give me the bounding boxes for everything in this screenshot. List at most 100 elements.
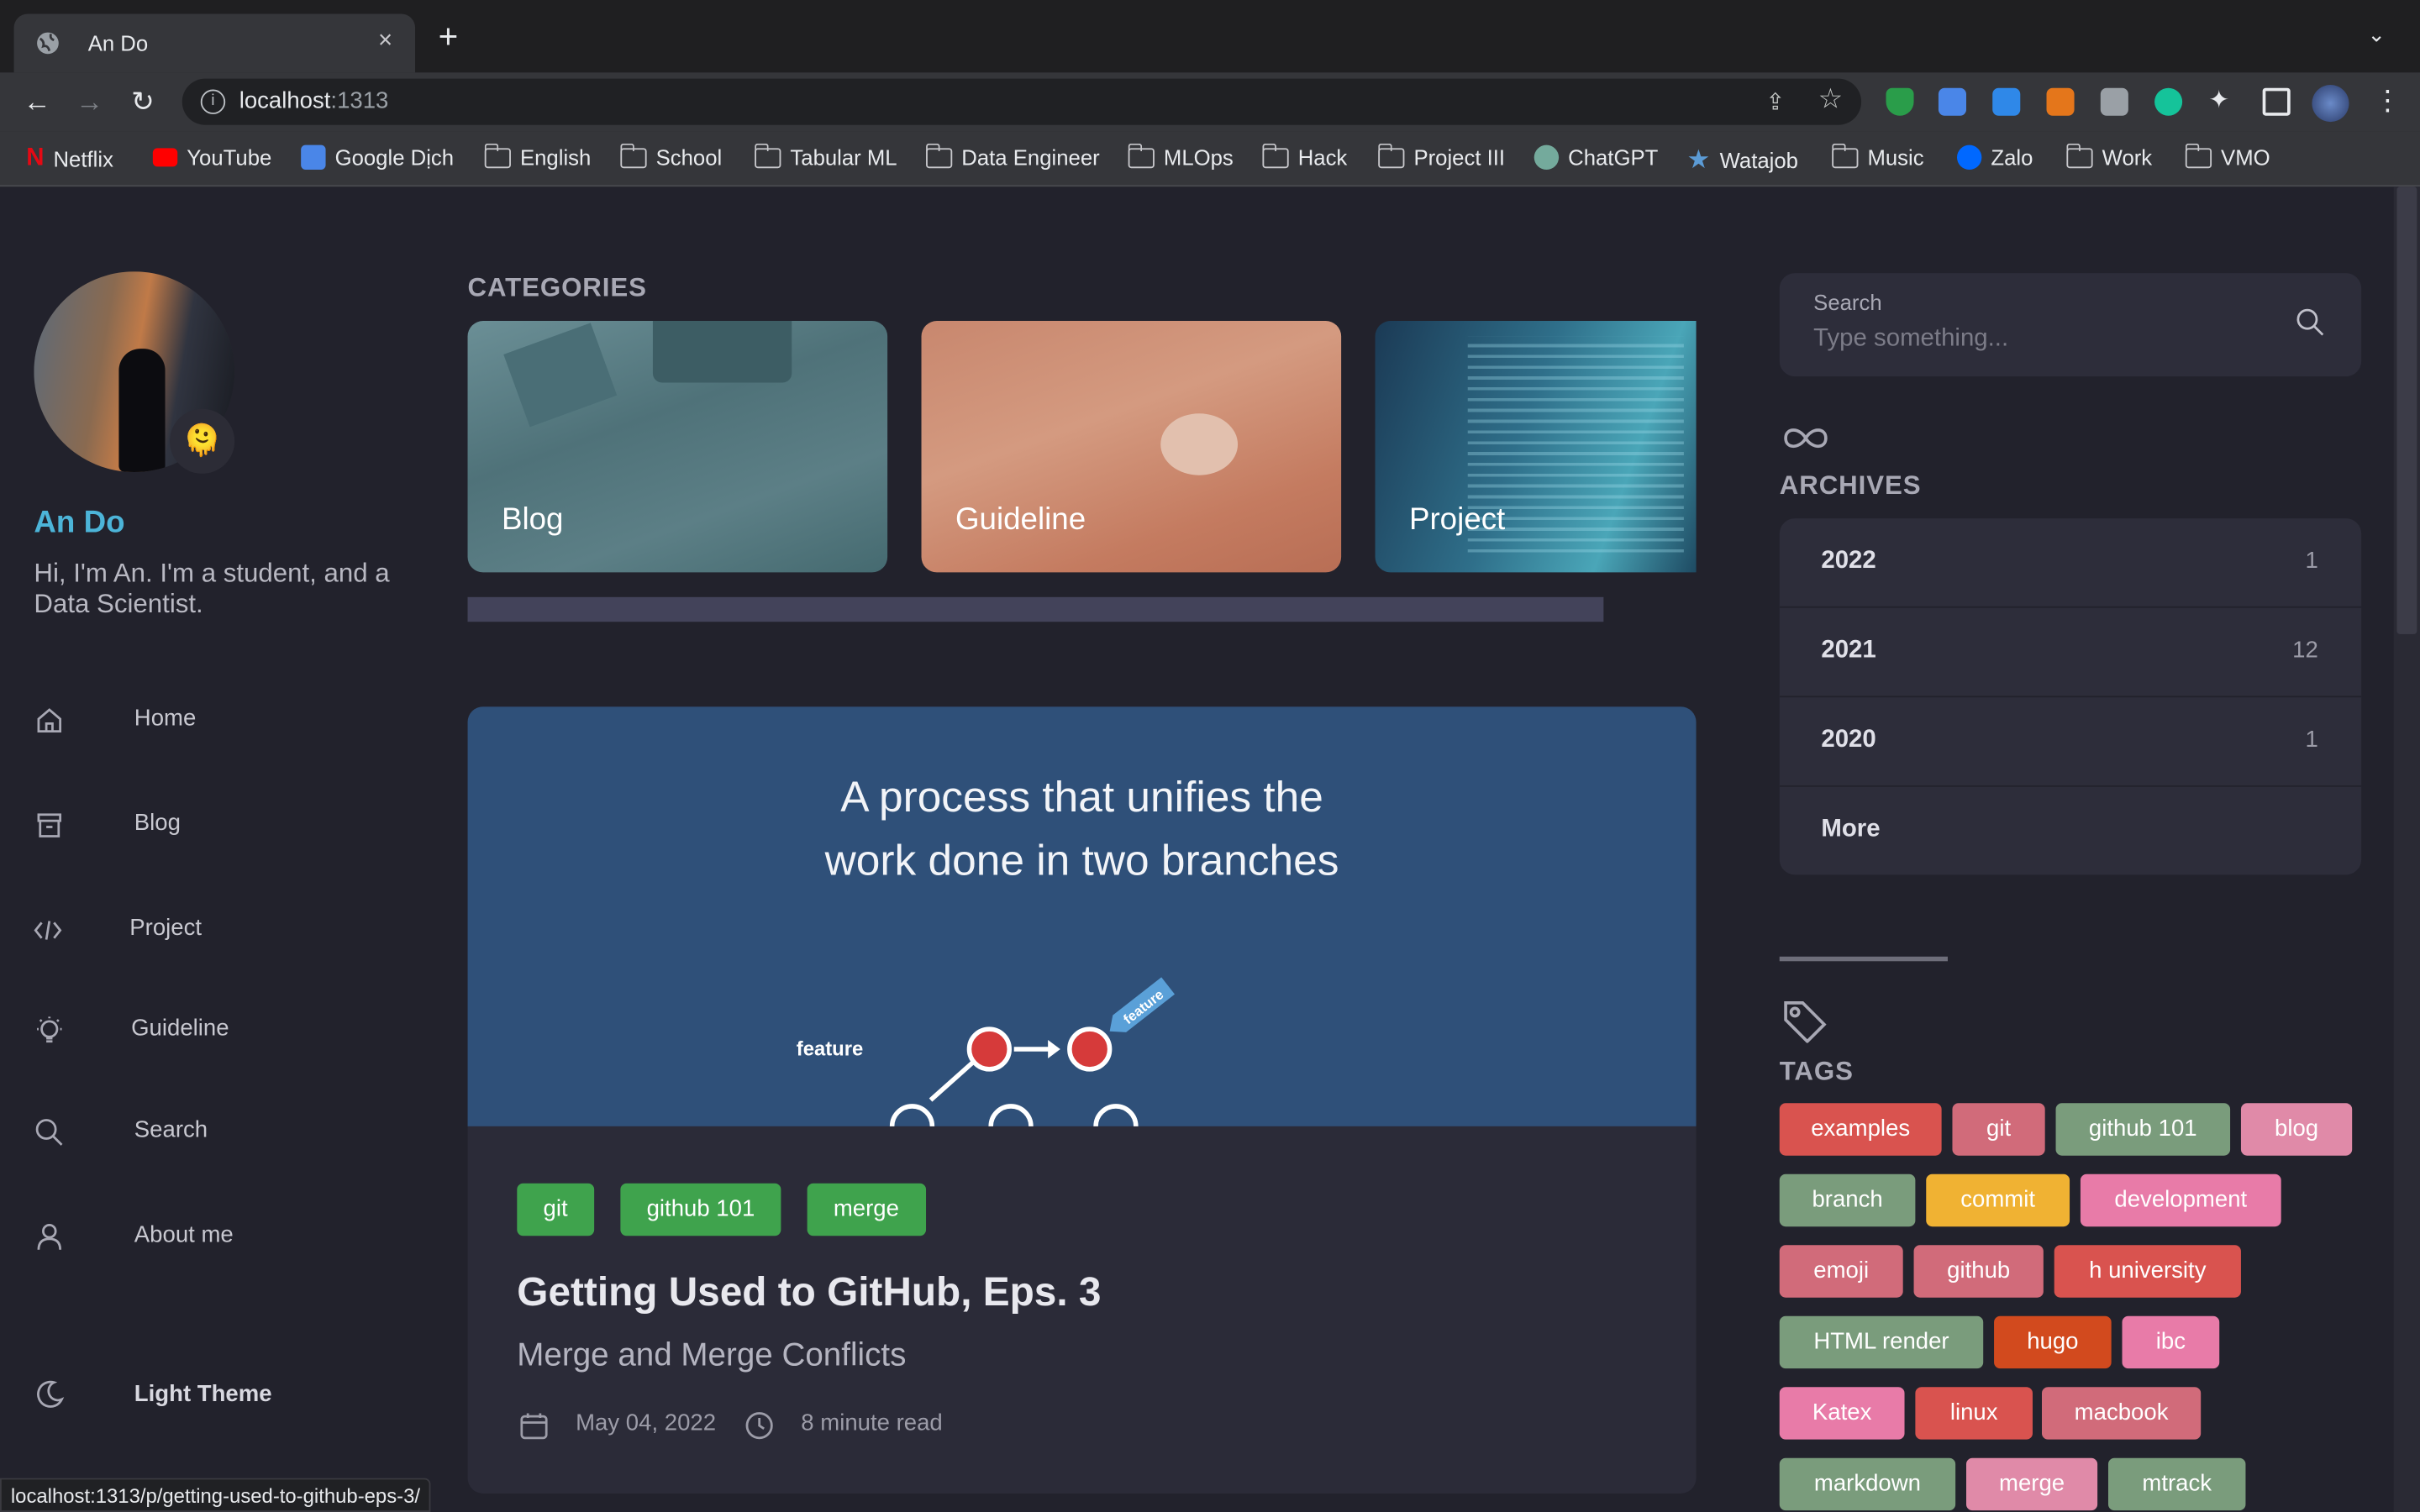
post-tag-merge[interactable]: merge <box>807 1183 926 1236</box>
article-hero-image: A process that unifies the work done in t… <box>467 706 1697 1126</box>
bookmark-zalo[interactable]: Zalo <box>1956 144 2033 171</box>
forward-button[interactable]: → <box>76 85 103 118</box>
tag-linux[interactable]: linux <box>1915 1387 2033 1440</box>
category-card-blog[interactable]: Blog <box>467 321 888 573</box>
post-tag-github-101[interactable]: github 101 <box>620 1183 781 1236</box>
bookmark-hack[interactable]: Hack <box>1261 142 1347 170</box>
bookmark-work[interactable]: Work <box>2065 142 2152 170</box>
tag-macbook[interactable]: macbook <box>2042 1387 2202 1440</box>
url-text: localhost:1313 <box>239 87 389 114</box>
commit-node <box>966 1026 1012 1072</box>
nav-home[interactable]: Home <box>134 705 196 731</box>
post-tag-git[interactable]: git <box>517 1183 594 1236</box>
archive-row[interactable]: 2020 1 <box>1779 697 2362 787</box>
nav-about-me[interactable]: About me <box>134 1222 234 1248</box>
tag-hugo[interactable]: hugo <box>1994 1315 2112 1369</box>
capture-extension-icon[interactable] <box>2100 87 2128 116</box>
commit-node <box>1093 1104 1139 1126</box>
calendar-icon <box>520 1413 548 1440</box>
site-author-name[interactable]: An Do <box>34 506 124 541</box>
bookmark-vmo[interactable]: VMO <box>2184 142 2270 170</box>
bookmark-google-dich[interactable]: Google Dịch <box>301 144 454 171</box>
tag-ibc[interactable]: ibc <box>2122 1315 2220 1369</box>
bookmark-project-iii[interactable]: Project III <box>1377 142 1505 170</box>
bookmark-data-engineer[interactable]: Data Engineer <box>925 142 1100 170</box>
article-title[interactable]: Getting Used to GitHub, Eps. 3 <box>517 1268 1101 1316</box>
category-card-project[interactable]: Project <box>1375 321 1697 573</box>
search-input[interactable] <box>1813 322 2277 357</box>
article-read-time: 8 minute read <box>801 1410 943 1436</box>
tag-markdown[interactable]: markdown <box>1779 1457 1956 1511</box>
folder-icon <box>1831 142 1859 168</box>
share-icon[interactable]: ⇪ <box>1765 88 1785 116</box>
archive-row[interactable]: 2021 12 <box>1779 608 2362 698</box>
nav-guideline[interactable]: Guideline <box>131 1016 229 1042</box>
profile-avatar-icon[interactable] <box>2312 85 2349 123</box>
tag-mtrack[interactable]: mtrack <box>2107 1457 2246 1511</box>
side-panel-icon[interactable] <box>2262 87 2291 116</box>
scrollbar-thumb[interactable] <box>2396 186 2417 634</box>
tab-list-chevron-icon[interactable]: ⌄ <box>2368 22 2386 48</box>
archive-box-icon <box>37 813 62 837</box>
archive-row[interactable]: 2022 1 <box>1779 518 2362 608</box>
categories-scrollbar[interactable] <box>467 596 1604 622</box>
tag-github[interactable]: github <box>1913 1245 2044 1298</box>
archive-more-link[interactable]: More <box>1780 787 2361 875</box>
browser-menu-kebab-icon[interactable]: ⋮ <box>2374 83 2402 117</box>
clock-icon <box>745 1412 773 1440</box>
globe-icon <box>37 32 59 55</box>
bookmark-mlops[interactable]: MLOps <box>1127 142 1234 170</box>
categories-heading: CATEGORIES <box>467 273 647 302</box>
translate-extension-icon[interactable] <box>1938 87 1966 116</box>
article-card[interactable]: A process that unifies the work done in t… <box>467 706 1697 1494</box>
bookmark-music[interactable]: Music <box>1831 142 1924 170</box>
theme-toggle[interactable]: Light Theme <box>134 1381 272 1407</box>
tag-git[interactable]: git <box>1952 1103 2045 1156</box>
tag-h-university[interactable]: h university <box>2054 1245 2241 1298</box>
reload-button[interactable]: ↻ <box>131 85 155 118</box>
search-submit-icon[interactable] <box>2295 307 2326 339</box>
tag-development[interactable]: development <box>2080 1173 2281 1227</box>
tag-html-render[interactable]: HTML render <box>1779 1315 1984 1369</box>
back-button[interactable]: ← <box>24 85 51 118</box>
site-info-icon[interactable]: i <box>200 89 226 114</box>
extensions-puzzle-icon[interactable]: ✦ <box>2208 85 2236 114</box>
tag-emoji[interactable]: emoji <box>1779 1245 1903 1298</box>
tag-merge[interactable]: merge <box>1966 1457 2098 1511</box>
bookmark-youtube[interactable]: YouTube <box>152 145 271 170</box>
star-icon: ★ <box>1686 144 1711 175</box>
drop-extension-icon[interactable] <box>1992 87 2021 116</box>
bookmark-star-icon[interactable]: ☆ <box>1818 83 1844 116</box>
address-bar[interactable]: i localhost:1313 ⇪ ☆ <box>182 78 1862 125</box>
merge-diagram: feature feature <box>797 977 1176 1126</box>
tag-blog[interactable]: blog <box>2240 1103 2353 1156</box>
tag-katex[interactable]: Katex <box>1779 1387 1905 1440</box>
nav-project[interactable]: Project <box>129 915 202 941</box>
nav-blog[interactable]: Blog <box>134 810 181 836</box>
bookmark-tabular-ml[interactable]: Tabular ML <box>754 142 897 170</box>
page-scrollbar[interactable] <box>2393 186 2420 1512</box>
tag-examples[interactable]: examples <box>1779 1103 1942 1156</box>
bookmark-netflix[interactable]: N Netflix <box>26 145 113 173</box>
commit-node <box>988 1104 1034 1126</box>
close-tab-icon[interactable]: × <box>378 28 392 55</box>
new-tab-button[interactable]: + <box>439 19 459 54</box>
moon-icon <box>37 1380 65 1408</box>
tag-github-101[interactable]: github 101 <box>2055 1103 2231 1156</box>
tag-branch[interactable]: branch <box>1779 1173 1916 1227</box>
lightbulb-icon <box>37 1016 62 1043</box>
nav-search[interactable]: Search <box>134 1117 208 1143</box>
category-label: Project <box>1408 502 1506 538</box>
bookmark-watajob[interactable]: ★ Watajob <box>1687 145 1798 176</box>
netflix-icon: N <box>26 144 45 171</box>
metamask-fox-icon[interactable] <box>2046 87 2075 116</box>
tag-commit[interactable]: commit <box>1926 1173 2070 1227</box>
adblock-shield-icon[interactable] <box>1886 87 1914 116</box>
grammarly-icon[interactable] <box>2154 87 2183 116</box>
bookmark-school[interactable]: School <box>619 142 722 170</box>
bookmark-english[interactable]: English <box>483 142 591 170</box>
site-description: Hi, I'm An. I'm a student, and a Data Sc… <box>34 558 390 619</box>
browser-tab[interactable]: An Do × <box>13 13 416 73</box>
bookmark-chatgpt[interactable]: ChatGPT <box>1534 144 1658 171</box>
category-card-guideline[interactable]: Guideline <box>921 321 1342 573</box>
